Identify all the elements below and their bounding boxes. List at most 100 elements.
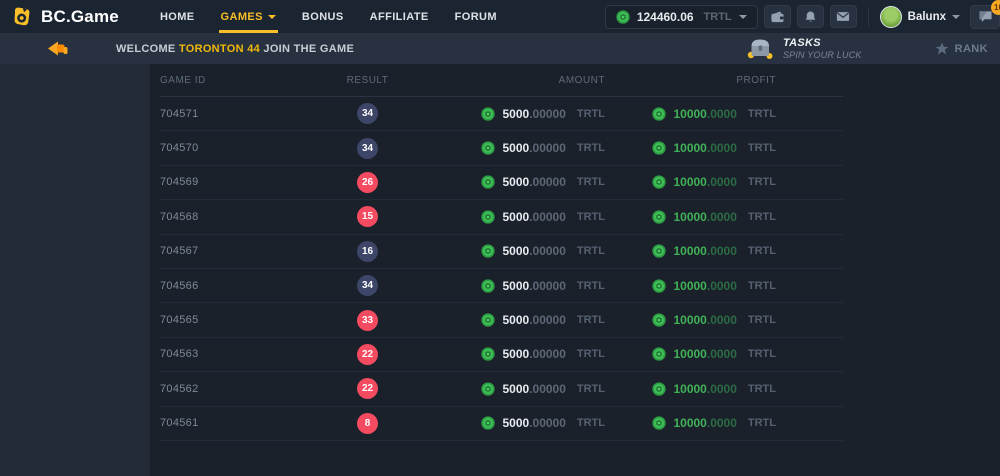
currency-label: TRTL xyxy=(577,417,605,429)
currency-label: TRTL xyxy=(577,383,605,395)
table-row[interactable]: 704569 26 5000.00000 TRTL 10000.0000 TRT… xyxy=(160,166,843,200)
amount-cell: 5000.00000 TRTL xyxy=(425,175,605,189)
profit-cell: 10000.0000 TRTL xyxy=(605,141,843,155)
user-menu[interactable]: Balunx xyxy=(880,6,960,28)
col-header-profit: PROFIT xyxy=(605,75,843,86)
menu-item-home[interactable]: HOME xyxy=(147,0,208,33)
bcgame-logo-icon xyxy=(10,5,33,28)
treasure-chest-icon xyxy=(747,37,774,60)
chat-unread-badge: 10 xyxy=(991,0,1000,15)
result-badge: 26 xyxy=(357,172,378,193)
balance-selector[interactable]: 124460.06 TRTL xyxy=(605,5,758,29)
main-menu: HOME GAMES BONUS AFFILIATE FORUM xyxy=(147,0,510,33)
rank-label: RANK xyxy=(955,43,988,55)
table-row[interactable]: 704571 34 5000.00000 TRTL 10000.0000 TRT… xyxy=(160,97,843,131)
trtl-coin-icon xyxy=(481,313,495,327)
trtl-coin-icon xyxy=(481,141,495,155)
megaphone-icon xyxy=(47,40,70,57)
table-row[interactable]: 704562 22 5000.00000 TRTL 10000.0000 TRT… xyxy=(160,372,843,406)
result-cell: 22 xyxy=(310,378,425,399)
result-badge: 22 xyxy=(357,344,378,365)
currency-label: TRTL xyxy=(577,314,605,326)
profit-cell: 10000.0000 TRTL xyxy=(605,313,843,327)
result-cell: 34 xyxy=(310,103,425,124)
trtl-coin-icon xyxy=(481,210,495,224)
amount-cell: 5000.00000 TRTL xyxy=(425,141,605,155)
chevron-down-icon xyxy=(268,15,276,19)
profit-cell: 10000.0000 TRTL xyxy=(605,416,843,430)
game-id-cell: 704561 xyxy=(160,417,310,429)
currency-label: TRTL xyxy=(577,245,605,257)
profit-cell: 10000.0000 TRTL xyxy=(605,210,843,224)
chat-button[interactable]: 10 xyxy=(970,5,1000,29)
table-body: 704571 34 5000.00000 TRTL 10000.0000 TRT… xyxy=(160,97,843,441)
result-badge: 33 xyxy=(357,310,378,331)
star-icon xyxy=(934,41,950,56)
amount-cell: 5000.00000 TRTL xyxy=(425,244,605,258)
table-row[interactable]: 704563 22 5000.00000 TRTL 10000.0000 TRT… xyxy=(160,338,843,372)
trtl-coin-icon xyxy=(481,107,495,121)
table-row[interactable]: 704565 33 5000.00000 TRTL 10000.0000 TRT… xyxy=(160,303,843,337)
table-row[interactable]: 704566 34 5000.00000 TRTL 10000.0000 TRT… xyxy=(160,269,843,303)
main-area: GAME ID RESULT AMOUNT PROFIT 704571 34 5… xyxy=(0,64,1000,476)
result-cell: 34 xyxy=(310,138,425,159)
chevron-down-icon xyxy=(952,15,960,19)
result-badge: 34 xyxy=(357,275,378,296)
menu-item-bonus[interactable]: BONUS xyxy=(289,0,357,33)
menu-item-affiliate[interactable]: AFFILIATE xyxy=(357,0,442,33)
amount-cell: 5000.00000 TRTL xyxy=(425,313,605,327)
profit-cell: 10000.0000 TRTL xyxy=(605,107,843,121)
currency-label: TRTL xyxy=(577,211,605,223)
table-row[interactable]: 704561 8 5000.00000 TRTL 10000.0000 TRTL xyxy=(160,407,843,441)
col-header-amount: AMOUNT xyxy=(425,75,605,86)
result-cell: 33 xyxy=(310,310,425,331)
currency-label: TRTL xyxy=(748,280,776,292)
table-row[interactable]: 704568 15 5000.00000 TRTL 10000.0000 TRT… xyxy=(160,200,843,234)
game-panel: GAME ID RESULT AMOUNT PROFIT 704571 34 5… xyxy=(150,64,1000,476)
result-badge: 22 xyxy=(357,378,378,399)
game-id-cell: 704570 xyxy=(160,142,310,154)
profit-cell: 10000.0000 TRTL xyxy=(605,279,843,293)
col-header-result: RESULT xyxy=(310,75,425,86)
trtl-coin-icon xyxy=(652,382,666,396)
currency-label: TRTL xyxy=(577,108,605,120)
currency-label: TRTL xyxy=(748,108,776,120)
welcome-message: WELCOME TORONTON 44 JOIN THE GAME xyxy=(116,43,354,55)
trtl-coin-icon xyxy=(652,244,666,258)
announcement-right: TASKS SPIN YOUR LUCK RANK xyxy=(747,37,1000,60)
menu-item-games[interactable]: GAMES xyxy=(208,0,289,33)
trtl-coin-icon xyxy=(481,175,495,189)
amount-cell: 5000.00000 TRTL xyxy=(425,382,605,396)
result-cell: 15 xyxy=(310,206,425,227)
game-id-cell: 704567 xyxy=(160,245,310,257)
notifications-button[interactable] xyxy=(797,5,824,28)
trtl-coin-icon xyxy=(652,141,666,155)
trtl-coin-icon xyxy=(652,107,666,121)
currency-label: TRTL xyxy=(748,417,776,429)
currency-label: TRTL xyxy=(577,142,605,154)
brand-name: BC.Game xyxy=(41,7,119,27)
table-row[interactable]: 704570 34 5000.00000 TRTL 10000.0000 TRT… xyxy=(160,131,843,165)
game-id-cell: 704566 xyxy=(160,280,310,292)
brand-logo[interactable]: BC.Game xyxy=(10,5,119,28)
table-row[interactable]: 704567 16 5000.00000 TRTL 10000.0000 TRT… xyxy=(160,235,843,269)
trtl-coin-icon xyxy=(652,175,666,189)
menu-item-forum[interactable]: FORUM xyxy=(442,0,510,33)
result-cell: 16 xyxy=(310,241,425,262)
trtl-coin-icon xyxy=(652,416,666,430)
result-badge: 34 xyxy=(357,138,378,159)
messages-button[interactable] xyxy=(830,5,857,28)
currency-label: TRTL xyxy=(748,348,776,360)
wallet-icon xyxy=(770,10,785,24)
col-header-game-id: GAME ID xyxy=(160,75,310,86)
result-badge: 8 xyxy=(357,413,378,434)
currency-label: TRTL xyxy=(748,142,776,154)
currency-label: TRTL xyxy=(748,383,776,395)
currency-label: TRTL xyxy=(577,176,605,188)
game-id-cell: 704571 xyxy=(160,108,310,120)
wallet-button[interactable] xyxy=(764,5,791,28)
tasks-widget[interactable]: TASKS SPIN YOUR LUCK xyxy=(747,37,862,60)
rank-widget[interactable]: RANK xyxy=(934,41,988,56)
bell-icon xyxy=(804,10,817,24)
trtl-coin-icon xyxy=(652,313,666,327)
